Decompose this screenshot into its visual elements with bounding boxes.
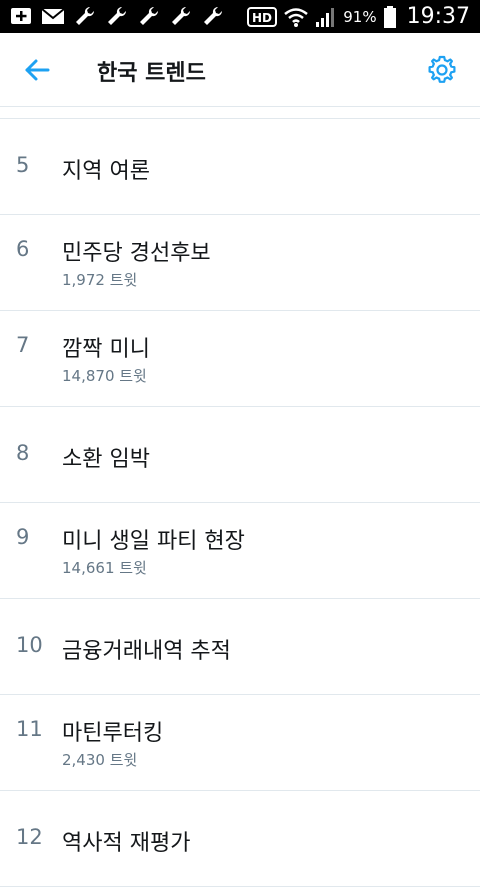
trend-name: 역사적 재평가 (62, 831, 191, 856)
trend-name: 민주당 경선후보 (62, 241, 211, 266)
trend-row[interactable]: 9 미니 생일 파티 현장 14,661 트윗 (0, 503, 480, 599)
trend-rank: 8 (16, 441, 30, 465)
wrench-icon (172, 6, 191, 26)
trend-rank: 7 (16, 333, 30, 357)
notification-icons (8, 4, 226, 28)
trend-tweet-count: 14,870 트윗 (62, 367, 147, 385)
mail-icon (41, 8, 65, 24)
trend-tweet-count: 14,661 트윗 (62, 559, 147, 577)
trend-row[interactable]: 12 역사적 재평가 (0, 791, 480, 887)
battery-percent: 91% (343, 7, 377, 26)
status-bar: HD 91% 19:37 (0, 0, 480, 33)
clock: 19:37 (406, 4, 470, 29)
trend-rank: 9 (16, 525, 30, 549)
trend-rank: 10 (16, 633, 43, 657)
plus-box-icon (11, 8, 31, 24)
trend-rank: 12 (16, 825, 43, 849)
signal-icon (316, 7, 335, 27)
trend-name: 소환 임박 (62, 447, 150, 472)
wrench-icon (108, 6, 127, 26)
trend-tweet-count: 2,430 트윗 (62, 751, 138, 769)
trend-name: 지역 여론 (62, 159, 150, 184)
hd-label: HD (252, 11, 272, 25)
wrench-icon (140, 6, 159, 26)
trends-list: 5 지역 여론 6 민주당 경선후보 1,972 트윗 7 깜짝 미니 14,8… (0, 119, 480, 887)
wrench-icon (204, 6, 223, 26)
trend-row[interactable]: 8 소환 임박 (0, 407, 480, 503)
trend-name: 금융거래내역 추적 (62, 639, 231, 664)
trend-tweet-count: 1,972 트윗 (62, 271, 138, 289)
wrench-icon (76, 6, 95, 26)
wifi-icon (284, 7, 309, 27)
trend-name: 미니 생일 파티 현장 (62, 529, 245, 554)
trend-row[interactable]: 7 깜짝 미니 14,870 트윗 (0, 311, 480, 407)
battery-icon (383, 5, 396, 28)
system-status: HD 91% 19:37 (247, 0, 470, 33)
trend-rank: 6 (16, 237, 30, 261)
trend-rank: 11 (16, 717, 43, 741)
trend-name: 마틴루터킹 (62, 721, 164, 746)
back-arrow-icon[interactable] (22, 55, 52, 85)
trend-row[interactable]: 5 지역 여론 (0, 119, 480, 215)
page-title: 한국 트렌드 (97, 61, 206, 86)
settings-gear-icon[interactable] (426, 54, 458, 86)
hd-voice-icon: HD (247, 6, 278, 27)
trend-row[interactable]: 11 마틴루터킹 2,430 트윗 (0, 695, 480, 791)
trend-rank: 5 (16, 153, 30, 177)
app-bar: 한국 트렌드 (0, 33, 480, 107)
trend-row[interactable]: 6 민주당 경선후보 1,972 트윗 (0, 215, 480, 311)
trend-name: 깜짝 미니 (62, 337, 150, 362)
trend-row[interactable]: 10 금융거래내역 추적 (0, 599, 480, 695)
